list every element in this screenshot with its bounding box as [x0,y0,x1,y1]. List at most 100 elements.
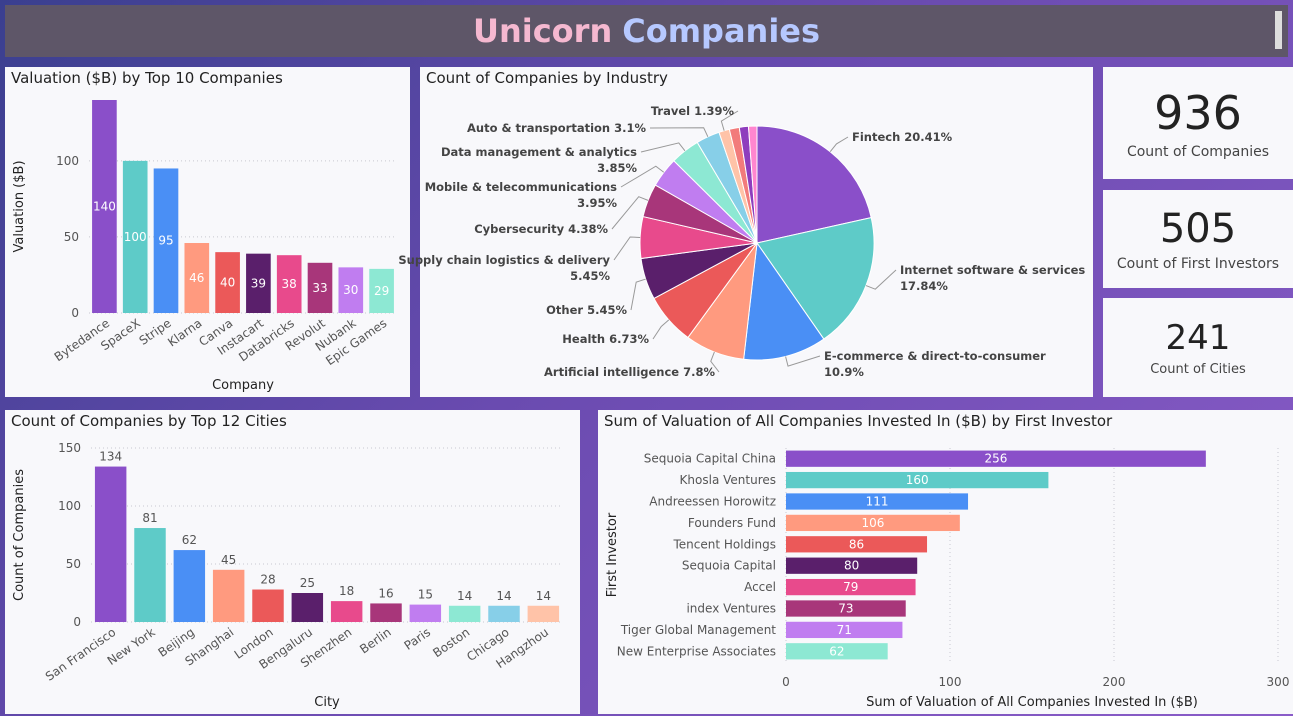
bar [173,550,206,622]
slice-label: Travel 1.39% [651,104,735,118]
kpi-card-cities: 241 Count of Cities [1103,298,1293,397]
y-tick-label: Sequoia Capital China [644,452,776,466]
x-axis-label: Sum of Valuation of All Companies Invest… [866,695,1198,710]
kpi-card-companies: 936 Count of Companies [1103,67,1293,179]
data-label: 62 [182,533,197,547]
kpi-value: 241 [1165,318,1231,358]
bar [134,528,166,622]
kpi-value: 505 [1159,206,1237,252]
data-label: 25 [300,576,315,590]
title-part-2: Companies [622,12,821,50]
y-tick-label: 100 [58,499,81,513]
x-tick-label: 300 [1267,675,1290,689]
data-label: 40 [220,276,235,290]
slice-label: Health 6.73% [562,332,649,346]
data-label: 16 [378,586,393,600]
x-axis-label: City [314,695,340,710]
data-label: 71 [837,623,852,637]
x-tick-label: 200 [1103,675,1126,689]
bar [488,605,520,622]
data-label: 39 [251,276,266,290]
data-label: 30 [343,283,358,297]
x-axis-label: Company [212,378,274,393]
bar [212,569,245,622]
data-label: 95 [158,234,173,248]
data-label: 256 [984,452,1007,466]
leader-line [785,355,821,367]
y-tick-label: 50 [66,557,81,571]
kpi-label: Count of First Investors [1116,256,1280,272]
slice-label: E-commerce & direct-to-consumer 10.9% [824,349,1046,379]
y-tick-label: New Enterprise Associates [617,644,776,658]
chart-first-investor-svg: 0 100 200 300 256 Sequoia Capital China 160 Kho… [605,448,1290,710]
chart-industry-pie-svg: Fintech 20.41% Internet software & servic… [398,104,1085,379]
slice-label: Supply chain logistics & delivery 5.45% [398,253,610,283]
y-tick-label: 150 [58,441,81,455]
x-tick-label: Berlin [357,625,394,656]
bar [409,604,442,622]
chart-top-cities: Count of Companies by Top 12 Cities 0 50 1… [5,410,580,714]
data-label: 140 [93,200,116,214]
x-tick-label: 0 [782,675,790,689]
data-label: 134 [99,450,122,464]
chart-first-investor: Sum of Valuation of All Companies Invest… [598,410,1293,714]
slice-label: Fintech 20.41% [852,130,953,144]
leader-line [613,236,641,261]
slice-label: Auto & transportation 3.1% [467,121,646,135]
data-label: 86 [849,537,864,551]
kpi-label: Count of Companies [1126,144,1270,160]
leader-line [649,127,709,138]
scrollbar[interactable] [1275,11,1282,49]
data-label: 160 [906,473,929,487]
chart-top-companies-svg: 050100140Bytedance100SpaceX95Stripe46Kla… [12,100,397,393]
data-label: 106 [861,516,884,530]
data-label: 73 [838,602,853,616]
slice-label: Cybersecurity 4.38% [474,222,608,236]
x-tick-label: Klarna [165,316,204,349]
bar [330,601,363,622]
y-tick-label: Accel [744,580,776,594]
data-label: 18 [339,584,354,598]
bar [527,605,560,622]
bar [252,589,284,622]
data-label: 29 [374,284,389,298]
data-label: 62 [829,644,844,658]
slice-label: Internet software & services 17.84% [900,263,1085,293]
y-tick-label: 100 [56,154,79,168]
y-tick-label: 0 [73,615,81,629]
chart-top-companies: Valuation ($B) by Top 10 Companies 0 50 10… [5,67,410,397]
slice-label: Mobile & telecommunications 3.95% [425,180,618,210]
data-label: 14 [496,589,511,603]
y-tick-label: Tiger Global Management [620,623,776,637]
slice-label: Data management & analytics 3.85% [441,145,638,175]
dashboard-header: Unicorn Companies [5,5,1288,57]
leader-line [630,278,646,311]
kpi-value: 936 [1154,86,1242,140]
bar [291,593,324,622]
chart-top-cities-svg: 050100150134San Francisco81New York62Bei… [12,441,563,710]
x-tick-label: 100 [939,675,962,689]
y-tick-label: index Ventures [686,602,776,616]
data-label: 28 [260,573,275,587]
y-axis-label: First Investor [605,512,620,597]
y-tick-label: Andreessen Horowitz [649,495,776,509]
y-axis-label: Count of Companies [12,469,27,601]
slice-label: Other 5.45% [546,303,627,317]
title-part-1: Unicorn [472,12,613,50]
y-tick-label: Tencent Holdings [672,537,776,551]
kpi-card-investors: 505 Count of First Investors [1103,190,1293,288]
data-label: 80 [844,559,859,573]
data-label: 45 [221,553,236,567]
y-axis-label: Valuation ($B) [12,160,27,252]
y-tick-label: Founders Fund [688,516,776,530]
leader-line [829,136,849,153]
data-label: 81 [142,511,157,525]
data-label: 14 [536,589,551,603]
chart-industry-pie: Count of Companies by Industry Fintech 2… [398,67,1093,397]
data-label: 15 [418,588,433,602]
leader-line [652,319,670,340]
bar [370,603,402,622]
data-label: 46 [189,271,204,285]
data-label: 33 [312,281,327,295]
bar [448,605,481,622]
